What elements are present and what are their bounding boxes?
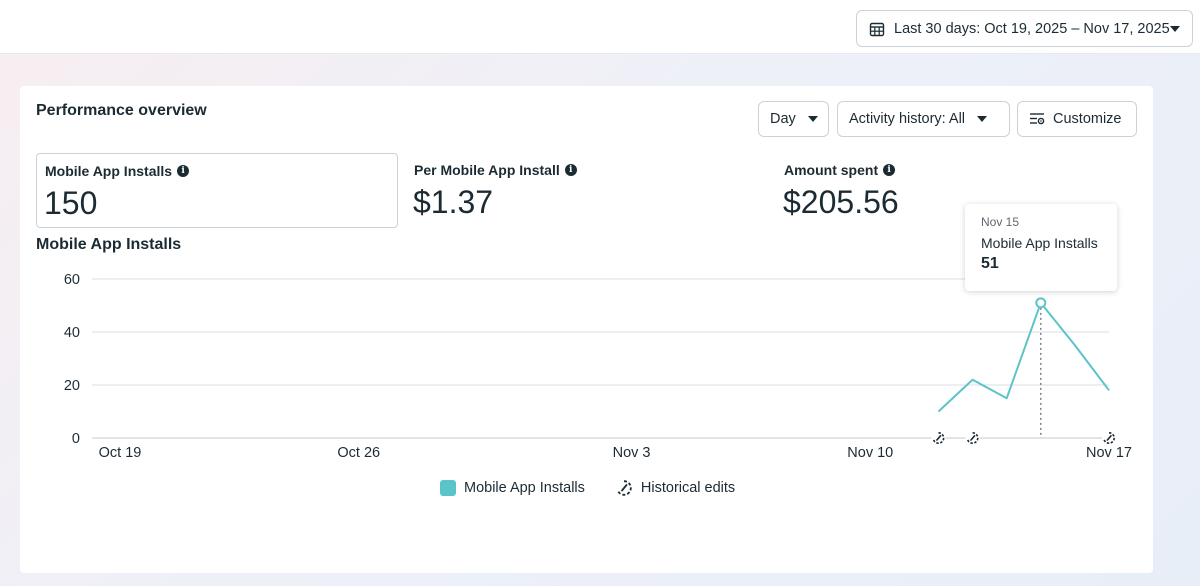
legend-item-historical-edits[interactable]: Historical edits <box>615 479 735 497</box>
y-tick-label: 40 <box>64 325 80 341</box>
series-line-installs <box>937 301 1110 413</box>
legend-label-historical-edits: Historical edits <box>640 480 736 496</box>
historical-edit-marker[interactable] <box>965 431 980 445</box>
historical-edit-marker[interactable] <box>931 431 946 445</box>
chart-legend: Mobile App Installs Historical edits <box>440 479 765 497</box>
historical-edit-marker[interactable] <box>1102 431 1116 445</box>
y-tick-label: 0 <box>72 431 80 447</box>
x-tick-label: Nov 3 <box>613 445 651 461</box>
legend-label-installs: Mobile App Installs <box>464 480 585 496</box>
date-range-label: Last 30 days: Oct 19, 2025 – Nov 17, 202… <box>894 20 1170 37</box>
performance-overview-panel: Performance overview Day Activity histor… <box>20 86 1153 573</box>
legend-item-installs[interactable]: Mobile App Installs <box>440 480 585 496</box>
calendar-icon <box>869 22 885 36</box>
y-tick-label: 20 <box>64 378 80 394</box>
x-tick-label: Nov 10 <box>847 445 893 461</box>
chart-tooltip: Nov 15 Mobile App Installs 51 <box>965 204 1117 291</box>
y-tick-label: 60 <box>64 272 80 288</box>
x-tick-label: Oct 26 <box>337 445 380 461</box>
tooltip-series: Mobile App Installs <box>981 235 1098 251</box>
x-tick-label: Nov 17 <box>1086 445 1132 461</box>
tooltip-date: Nov 15 <box>981 215 1020 229</box>
historical-edits-icon <box>616 480 632 496</box>
legend-swatch <box>440 480 456 496</box>
top-bar: Last 30 days: Oct 19, 2025 – Nov 17, 202… <box>0 0 1200 54</box>
highlight-point <box>1035 297 1047 309</box>
tooltip-value: 51 <box>981 255 999 272</box>
date-range-picker[interactable]: Last 30 days: Oct 19, 2025 – Nov 17, 202… <box>856 10 1193 47</box>
x-tick-label: Oct 19 <box>99 445 142 461</box>
chevron-down-icon <box>1170 25 1180 32</box>
